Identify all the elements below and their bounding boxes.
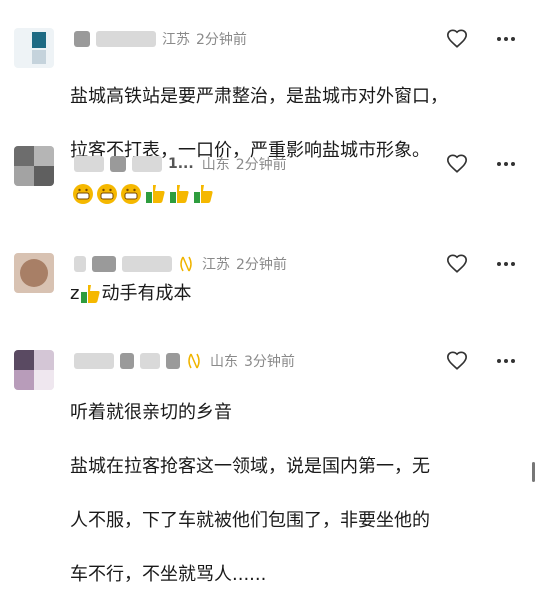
more-icon[interactable] <box>494 153 518 175</box>
region-label: 山东 <box>210 354 238 370</box>
avatar[interactable] <box>14 146 54 186</box>
username-blur <box>74 256 86 272</box>
more-icon[interactable] <box>494 28 518 50</box>
comment-text-prefix: z <box>70 283 80 304</box>
comment-meta: 山东 3分钟前 <box>74 350 295 372</box>
username-blur <box>74 156 104 172</box>
comment-line: 人不服，下了车就被他们包围了，非要坐他的 <box>70 510 430 531</box>
badge-icon <box>180 256 192 272</box>
comment-line: 盐城在拉客抢客这一领域，说是国内第一，无 <box>70 456 430 477</box>
comment-text: z 动手有成本 <box>70 280 191 307</box>
username-blur <box>96 31 156 47</box>
heart-icon[interactable] <box>446 350 468 372</box>
heart-icon[interactable] <box>446 153 468 175</box>
comment-line: 车不行，不坐就骂人...... <box>70 564 267 585</box>
username-blur <box>166 353 180 369</box>
avatar[interactable] <box>14 350 54 390</box>
region-label: 江苏 <box>162 32 190 48</box>
username-blur <box>74 31 90 47</box>
scrollbar[interactable] <box>532 462 535 482</box>
timestamp: 2分钟前 <box>235 157 287 173</box>
timestamp: 2分钟前 <box>196 32 247 48</box>
heart-icon[interactable] <box>446 253 468 275</box>
username-blur <box>132 156 162 172</box>
comment-line: 盐城高铁站是要严肃整治，是盐城市对外窗口， <box>70 86 448 107</box>
emoji-row <box>72 183 214 205</box>
comment-meta: 1... 山东 2分钟前 <box>74 153 287 175</box>
thumbs-up-emoji <box>170 185 189 203</box>
timestamp: 3分钟前 <box>244 354 295 370</box>
badge-icon <box>188 353 200 369</box>
username-blur <box>122 256 172 272</box>
comment-text-suffix: 动手有成本 <box>101 283 192 304</box>
username-blur <box>140 353 160 369</box>
thumbs-up-emoji <box>81 284 101 303</box>
avatar[interactable] <box>14 253 54 293</box>
heart-icon[interactable] <box>446 28 468 50</box>
username-blur <box>120 353 134 369</box>
more-icon[interactable] <box>494 253 518 275</box>
region-label: 江苏 <box>202 257 230 273</box>
username-tail: 1... <box>168 156 194 172</box>
region-label: 山东 <box>201 157 230 173</box>
grin-emoji <box>73 184 93 204</box>
thumbs-up-emoji <box>146 185 165 203</box>
thumbs-up-emoji <box>194 185 213 203</box>
comment-line: 听着就很亲切的乡音 <box>70 402 232 423</box>
timestamp: 2分钟前 <box>236 257 287 273</box>
username-blur <box>92 256 116 272</box>
username-blur <box>110 156 126 172</box>
comment-meta: 江苏 2分钟前 <box>74 28 247 50</box>
comment-text: 听着就很亲切的乡音 盐城在拉客抢客这一领域，说是国内第一，无 人不服，下了车就被… <box>70 372 430 615</box>
more-icon[interactable] <box>494 350 518 372</box>
username-blur <box>74 353 114 369</box>
grin-emoji <box>97 184 117 204</box>
avatar[interactable] <box>14 28 54 68</box>
comment-meta: 江苏 2分钟前 <box>74 253 287 275</box>
grin-emoji <box>121 184 141 204</box>
